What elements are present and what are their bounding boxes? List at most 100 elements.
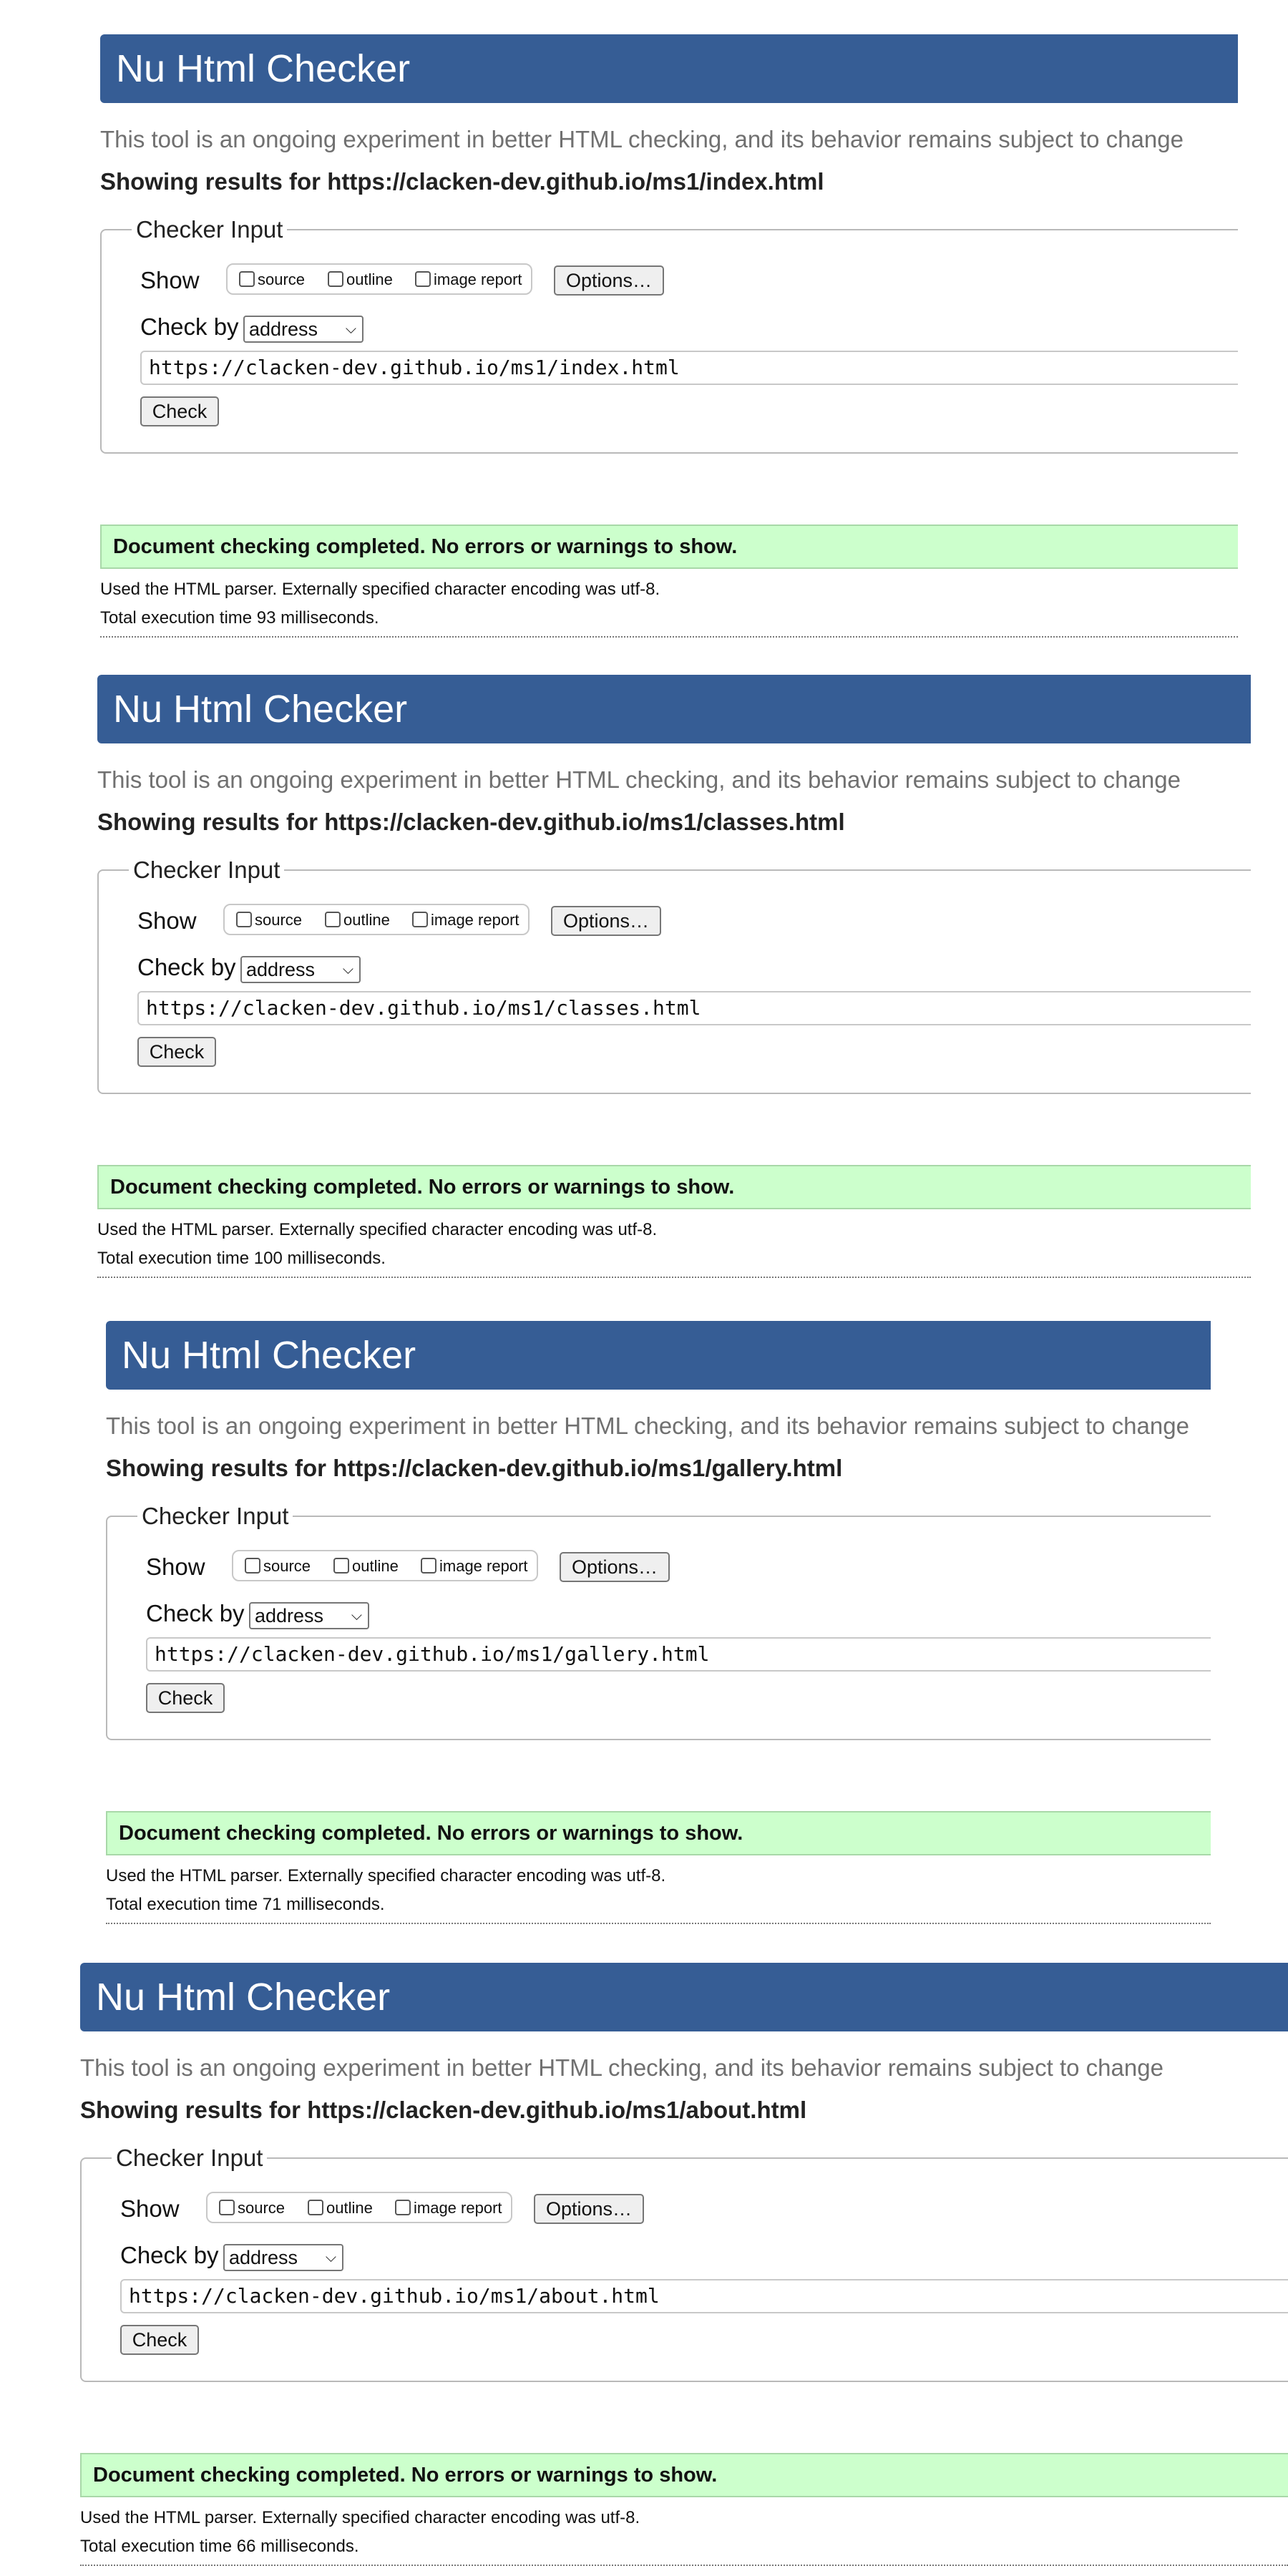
checker-report: Nu Html Checker This tool is an ongoing … [97, 675, 1251, 1283]
image-report-checkbox[interactable] [395, 2200, 411, 2215]
source-option[interactable]: source [219, 2197, 285, 2219]
show-label: Show [140, 267, 200, 293]
checker-report: Nu Html Checker This tool is an ongoing … [100, 34, 1238, 643]
image-report-option-label: image report [431, 911, 519, 929]
parser-info: Used the HTML parser. Externally specifi… [106, 1866, 666, 1885]
options-button[interactable]: Options… [560, 1552, 670, 1582]
show-label: Show [120, 2195, 180, 2222]
check-button[interactable]: Check [137, 1037, 216, 1067]
outline-option[interactable]: outline [325, 909, 390, 931]
check-by-label: Check by [140, 313, 239, 340]
show-options-group: source outline image report [223, 904, 530, 935]
execution-time: Total execution time 71 milliseconds. [106, 1895, 385, 1914]
checker-input-legend: Checker Input [132, 216, 288, 243]
tool-description: This tool is an ongoing experiment in be… [106, 1413, 1189, 1439]
checker-title-banner: Nu Html Checker [97, 675, 1251, 743]
tool-description: This tool is an ongoing experiment in be… [100, 126, 1184, 152]
image-report-option-label: image report [414, 2199, 502, 2217]
checker-input-legend: Checker Input [137, 1503, 293, 1530]
results-heading: Showing results for https://clacken-dev.… [100, 168, 824, 195]
checker-report: Nu Html Checker This tool is an ongoing … [106, 1321, 1211, 1929]
check-by-select[interactable]: address ⌵ [240, 956, 361, 983]
success-message: Document checking completed. No errors o… [106, 1811, 1211, 1855]
url-input[interactable]: https://clacken-dev.github.io/ms1/index.… [140, 351, 1238, 385]
source-option[interactable]: source [239, 269, 305, 291]
divider [80, 2565, 1288, 2566]
check-button[interactable]: Check [120, 2325, 199, 2355]
image-report-option[interactable]: image report [421, 1556, 528, 1577]
outline-option-label: outline [352, 1557, 399, 1575]
check-by-select[interactable]: address ⌵ [249, 1602, 369, 1629]
show-label: Show [146, 1553, 205, 1580]
check-by-label: Check by [146, 1600, 245, 1626]
tool-description: This tool is an ongoing experiment in be… [97, 766, 1181, 793]
source-checkbox[interactable] [239, 271, 255, 287]
outline-checkbox[interactable] [308, 2200, 323, 2215]
outline-checkbox[interactable] [325, 912, 341, 927]
image-report-option[interactable]: image report [412, 909, 519, 931]
source-checkbox[interactable] [245, 1558, 260, 1574]
check-button[interactable]: Check [140, 396, 219, 426]
outline-option[interactable]: outline [333, 1556, 399, 1577]
check-button[interactable]: Check [146, 1683, 225, 1713]
checker-title-banner: Nu Html Checker [100, 34, 1238, 103]
show-options-group: source outline image report [232, 1550, 538, 1581]
outline-option-label: outline [326, 2199, 373, 2217]
outline-option-label: outline [343, 911, 390, 929]
execution-time: Total execution time 100 milliseconds. [97, 1249, 386, 1268]
outline-checkbox[interactable] [333, 1558, 349, 1574]
checker-title-banner: Nu Html Checker [80, 1963, 1288, 2031]
url-input[interactable]: https://clacken-dev.github.io/ms1/galler… [146, 1637, 1211, 1672]
source-checkbox[interactable] [236, 912, 252, 927]
url-input[interactable]: https://clacken-dev.github.io/ms1/about.… [120, 2279, 1288, 2313]
tool-description: This tool is an ongoing experiment in be… [80, 2054, 1163, 2081]
options-button[interactable]: Options… [554, 265, 664, 296]
url-input[interactable]: https://clacken-dev.github.io/ms1/classe… [137, 991, 1251, 1025]
success-message: Document checking completed. No errors o… [97, 1165, 1251, 1209]
results-heading: Showing results for https://clacken-dev.… [97, 809, 845, 835]
image-report-option[interactable]: image report [395, 2197, 502, 2219]
execution-time: Total execution time 93 milliseconds. [100, 608, 379, 628]
checker-title: Nu Html Checker [96, 1976, 391, 2019]
check-by-value: address [246, 959, 316, 980]
outline-checkbox[interactable] [328, 271, 343, 287]
source-option-label: source [255, 911, 303, 929]
image-report-option-label: image report [434, 270, 522, 288]
checker-title: Nu Html Checker [122, 1334, 416, 1377]
results-heading: Showing results for https://clacken-dev.… [106, 1455, 843, 1481]
parser-info: Used the HTML parser. Externally specifi… [80, 2508, 640, 2527]
execution-time: Total execution time 66 milliseconds. [80, 2537, 359, 2556]
image-report-checkbox[interactable] [421, 1558, 436, 1574]
parser-info: Used the HTML parser. Externally specifi… [100, 580, 660, 599]
chevron-down-icon: ⌵ [351, 1608, 362, 1624]
image-report-checkbox[interactable] [412, 912, 428, 927]
outline-option[interactable]: outline [328, 269, 393, 291]
divider [97, 1277, 1251, 1278]
check-by-label: Check by [137, 954, 236, 980]
show-label: Show [137, 907, 197, 934]
chevron-down-icon: ⌵ [342, 962, 353, 977]
source-option[interactable]: source [245, 1556, 311, 1577]
source-option-label: source [258, 270, 306, 288]
divider [106, 1923, 1211, 1924]
checker-report: Nu Html Checker This tool is an ongoing … [80, 1963, 1288, 2571]
show-options-group: source outline image report [226, 263, 532, 295]
source-option-label: source [238, 2199, 286, 2217]
source-option[interactable]: source [236, 909, 302, 931]
image-report-option[interactable]: image report [415, 269, 522, 291]
show-options-group: source outline image report [206, 2192, 512, 2223]
options-button[interactable]: Options… [534, 2194, 644, 2224]
check-by-value: address [249, 318, 318, 340]
checker-input-legend: Checker Input [129, 857, 285, 884]
check-by-select[interactable]: address ⌵ [243, 316, 364, 343]
outline-option[interactable]: outline [308, 2197, 373, 2219]
options-button[interactable]: Options… [551, 906, 661, 936]
chevron-down-icon: ⌵ [325, 2250, 336, 2265]
checker-title-banner: Nu Html Checker [106, 1321, 1211, 1390]
results-heading: Showing results for https://clacken-dev.… [80, 2097, 807, 2123]
checker-title: Nu Html Checker [116, 47, 411, 90]
check-by-select[interactable]: address ⌵ [223, 2244, 343, 2271]
check-by-value: address [255, 1605, 324, 1626]
image-report-checkbox[interactable] [415, 271, 431, 287]
source-checkbox[interactable] [219, 2200, 235, 2215]
